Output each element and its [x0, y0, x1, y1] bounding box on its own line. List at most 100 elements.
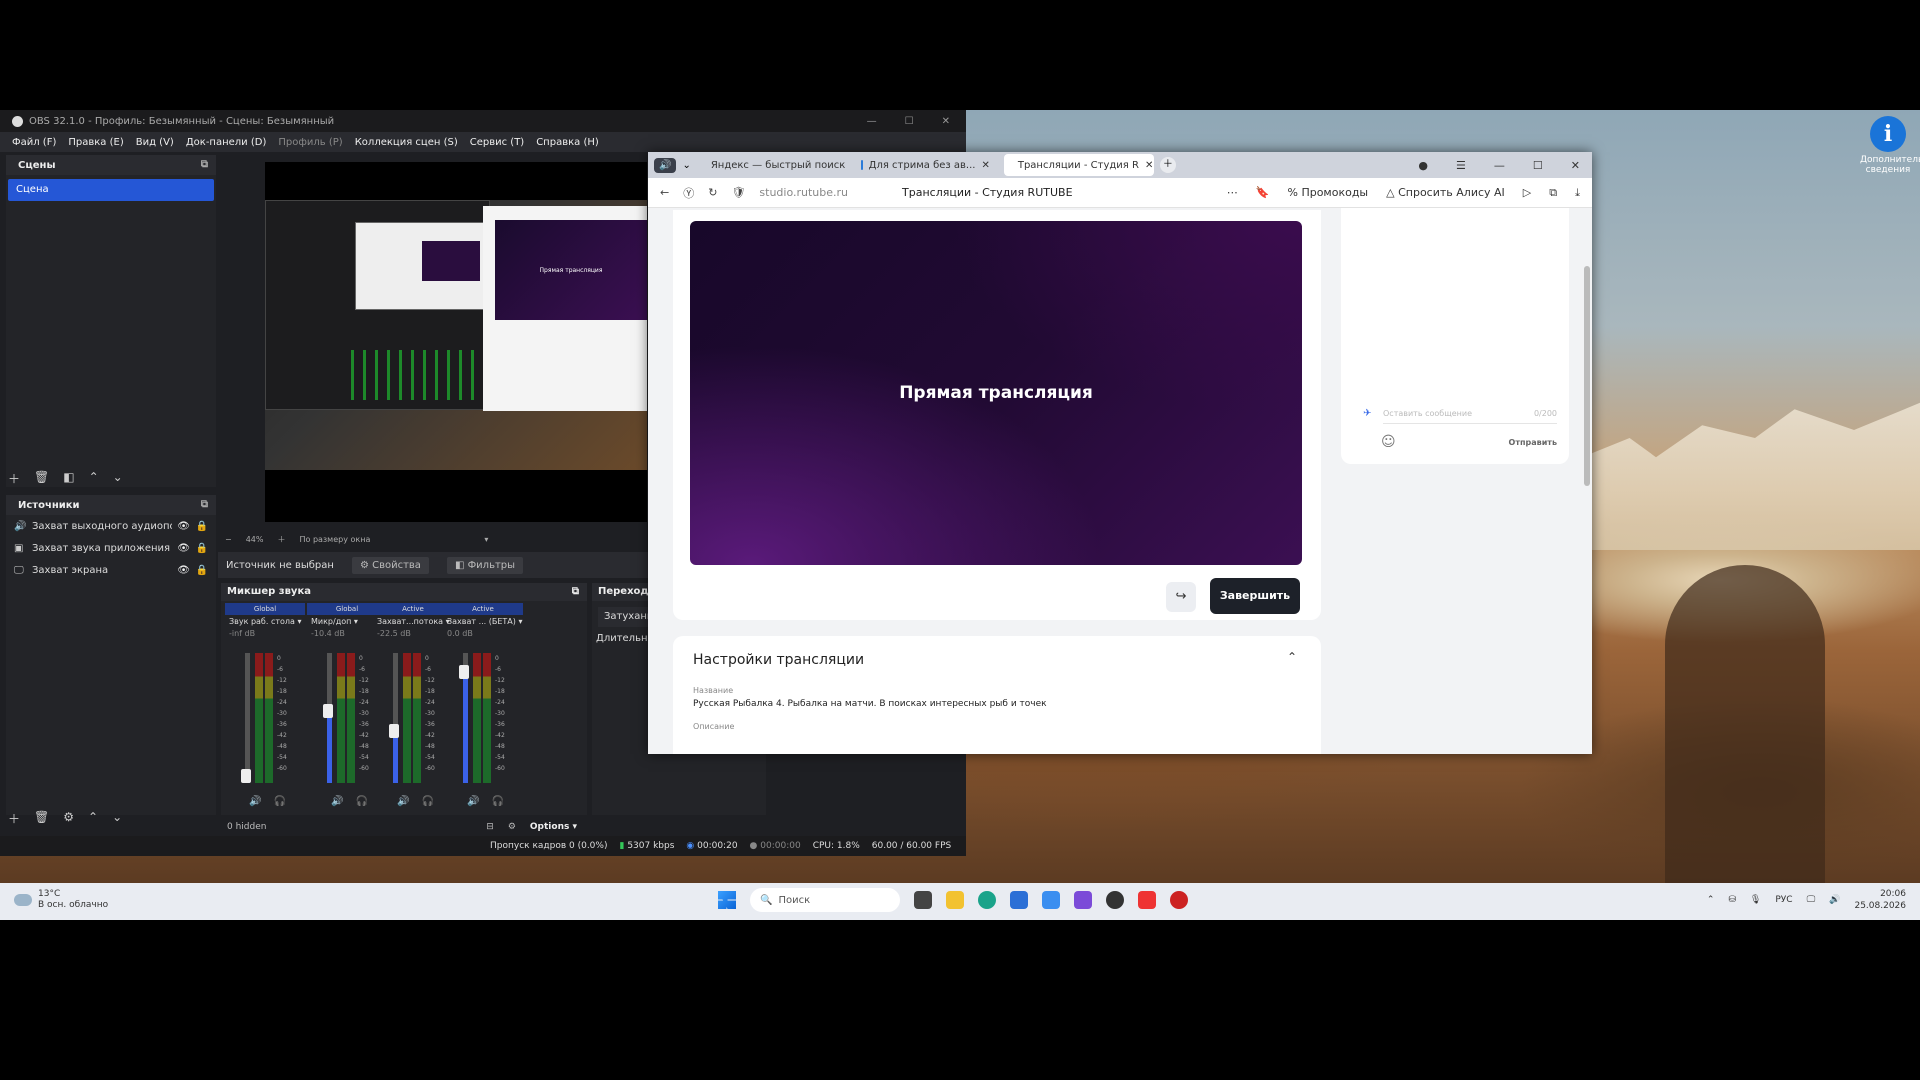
volume-slider-handle[interactable] — [241, 769, 251, 783]
add-icon[interactable]: ＋ — [8, 470, 20, 487]
scrollbar[interactable] — [1584, 266, 1590, 486]
network-app-icon[interactable]: ⛁ — [1728, 895, 1736, 905]
collections-icon[interactable]: ⧉ — [1549, 186, 1557, 200]
close-icon[interactable]: ✕ — [981, 160, 989, 171]
profile-icon[interactable]: ● — [1418, 159, 1428, 172]
eye-icon[interactable]: 👁 — [177, 543, 190, 554]
edge-icon[interactable] — [978, 891, 996, 909]
source-item[interactable]: ▣ Захват звука приложения (БЕТА) 👁 🔒 — [6, 537, 216, 559]
menu-help[interactable]: Справка (H) — [536, 137, 599, 148]
gear-icon[interactable]: ⚙ — [63, 810, 74, 827]
lock-icon[interactable]: 🔒 — [196, 543, 208, 554]
windows-start-icon[interactable] — [718, 891, 736, 909]
eye-icon[interactable]: 👁 — [177, 521, 190, 532]
source-item[interactable]: 🔊 Захват выходного аудиопотока 👁 🔒 — [6, 515, 216, 537]
close-icon[interactable]: ✕ — [942, 116, 950, 127]
maximize-icon[interactable]: ☐ — [905, 116, 914, 127]
language-indicator[interactable]: РУС — [1775, 895, 1792, 905]
mic-icon[interactable]: 🎙 — [1750, 895, 1761, 905]
menu-scene-collection[interactable]: Коллекция сцен (S) — [355, 137, 458, 148]
tab-yandex[interactable]: Яндекс — быстрый поиск — [697, 154, 847, 176]
channel-name[interactable]: Захват ... (БЕТА) ▾ — [443, 615, 523, 629]
media-icon[interactable]: ▷ — [1523, 186, 1531, 200]
tab-stream[interactable]: Для стрима без ав... ✕ — [853, 154, 998, 176]
menu-tools[interactable]: Сервис (T) — [470, 137, 524, 148]
arrow-up-icon[interactable]: ⌃ — [89, 470, 99, 487]
share-icon[interactable]: ↪ — [1166, 582, 1196, 612]
undock-icon[interactable]: ⧉ — [572, 583, 579, 601]
channel-name[interactable]: Звук раб. стола ▾ — [225, 615, 305, 629]
monitor-headphones-icon[interactable]: 🎧 — [491, 796, 503, 807]
undock-icon[interactable]: ⧉ — [201, 159, 208, 170]
arrow-down-icon[interactable]: ⌄ — [112, 810, 122, 827]
menu-docks[interactable]: Док-панели (D) — [186, 137, 267, 148]
reload-icon[interactable]: ↻ — [708, 186, 717, 199]
download-icon[interactable]: ⤓ — [1575, 186, 1580, 200]
trash-icon[interactable]: 🗑 — [34, 470, 49, 487]
messenger-icon[interactable] — [1074, 891, 1092, 909]
url-field[interactable]: studio.rutube.ru — [759, 186, 848, 199]
mail-icon[interactable] — [1042, 891, 1060, 909]
maximize-icon[interactable]: ☐ — [1533, 159, 1543, 172]
monitor-headphones-icon[interactable]: 🎧 — [355, 796, 367, 807]
menu-icon[interactable]: ☰ — [1456, 159, 1466, 172]
finish-button[interactable]: Завершить — [1210, 578, 1300, 614]
close-icon[interactable]: ✕ — [1145, 160, 1153, 171]
menu-file[interactable]: Файл (F) — [12, 137, 56, 148]
yandex-browser-icon[interactable] — [1138, 891, 1156, 909]
new-tab-icon[interactable]: ＋ — [1159, 157, 1176, 173]
volume-slider-handle[interactable] — [389, 724, 399, 738]
monitor-headphones-icon[interactable]: 🎧 — [273, 796, 285, 807]
obs-icon[interactable] — [1106, 891, 1124, 909]
filters-button[interactable]: ◧ Фильтры — [446, 556, 524, 574]
zoom-in-icon[interactable]: ＋ — [277, 534, 285, 545]
layout-icon[interactable]: ⊟ — [486, 822, 494, 832]
clock[interactable]: 20:06 25.08.2026 — [1854, 888, 1906, 912]
more-icon[interactable]: ⋯ — [1227, 186, 1238, 200]
source-item[interactable]: 🖵 Захват экрана 👁 🔒 — [6, 559, 216, 581]
close-icon[interactable]: ✕ — [1571, 159, 1580, 172]
volume-slider-handle[interactable] — [459, 665, 469, 679]
chevron-down-icon[interactable]: ▾ — [484, 535, 488, 544]
zoom-out-icon[interactable]: − — [225, 535, 232, 544]
menu-profile[interactable]: Профиль (P) — [278, 137, 342, 148]
video-player[interactable]: Прямая трансляция — [690, 221, 1302, 565]
minimize-icon[interactable]: — — [867, 116, 877, 127]
minimize-icon[interactable]: — — [1494, 159, 1505, 172]
lock-icon[interactable]: 🔒 — [196, 521, 208, 532]
taskbar-search[interactable]: 🔍 Поиск — [750, 888, 900, 912]
obs-titlebar[interactable]: OBS 32.1.0 - Профиль: Безымянный - Сцены… — [0, 110, 966, 132]
mute-speaker-icon[interactable]: 🔊 — [397, 796, 409, 807]
desktop-icon-info[interactable]: i Дополнительные сведения — [1860, 116, 1920, 175]
send-button[interactable]: Отправить — [1509, 438, 1557, 447]
volume-slider-handle[interactable] — [323, 704, 333, 718]
options-button[interactable]: Options ▾ — [530, 822, 577, 832]
filter-icon[interactable]: ◧ — [63, 470, 74, 487]
tab-rutube-studio[interactable]: Трансляции - Студия R ✕ — [1003, 154, 1154, 176]
alice-button[interactable]: △ Спросить Алису AI — [1386, 186, 1505, 200]
zoom-fit-select[interactable]: По размеру окна — [299, 535, 370, 544]
game-icon[interactable] — [1170, 891, 1188, 909]
monitor-icon[interactable]: 🖵 — [1807, 895, 1816, 905]
emoji-icon[interactable]: ☺ — [1381, 434, 1396, 450]
file-explorer-icon[interactable] — [946, 891, 964, 909]
mute-speaker-icon[interactable]: 🔊 — [331, 796, 343, 807]
menu-edit[interactable]: Правка (E) — [68, 137, 123, 148]
promo-button[interactable]: % Промокоды — [1287, 186, 1368, 200]
task-view-icon[interactable] — [914, 891, 932, 909]
channel-name[interactable]: Захват...потока ▾ — [373, 615, 453, 629]
speaker-icon[interactable]: 🔊 — [654, 157, 677, 173]
arrow-down-icon[interactable]: ⌄ — [113, 470, 123, 487]
obs-preview[interactable]: Прямая трансляция — [265, 162, 647, 522]
arrow-up-icon[interactable]: ⌃ — [88, 810, 98, 827]
monitor-headphones-icon[interactable]: 🎧 — [421, 796, 433, 807]
trash-icon[interactable]: 🗑 — [34, 810, 49, 827]
weather-widget[interactable]: 13°C В осн. облачно — [14, 889, 108, 911]
yandex-home-icon[interactable]: Ⓨ — [683, 185, 694, 201]
chevron-up-icon[interactable]: ⌃ — [1707, 895, 1715, 905]
mute-speaker-icon[interactable]: 🔊 — [249, 796, 261, 807]
volume-track[interactable] — [245, 653, 250, 783]
lock-icon[interactable]: 🔒 — [196, 565, 208, 576]
undock-icon[interactable]: ⧉ — [201, 499, 208, 510]
menu-view[interactable]: Вид (V) — [136, 137, 174, 148]
